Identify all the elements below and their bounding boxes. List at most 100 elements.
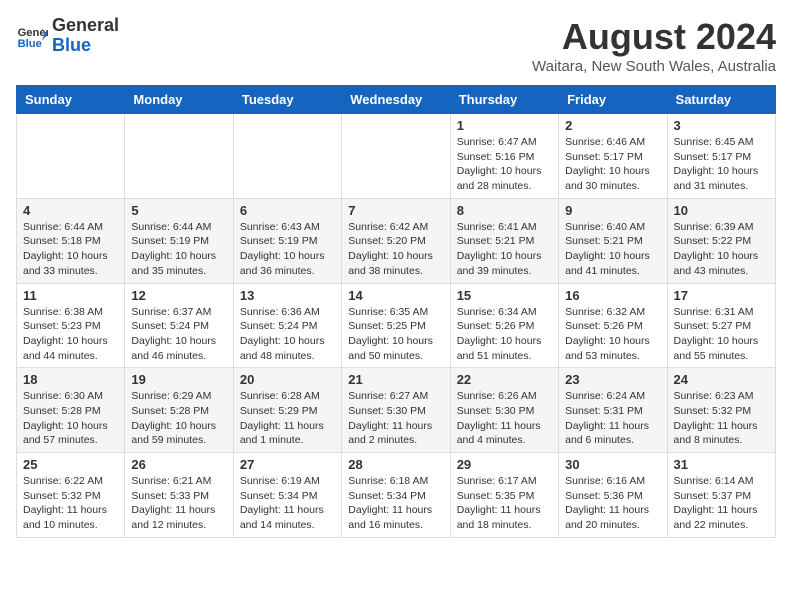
day-info: Sunrise: 6:16 AM Sunset: 5:36 PM Dayligh…: [565, 474, 660, 533]
day-number: 10: [674, 203, 769, 218]
day-info: Sunrise: 6:38 AM Sunset: 5:23 PM Dayligh…: [23, 305, 118, 364]
calendar-cell: [17, 114, 125, 199]
calendar-cell: 3 Sunrise: 6:45 AM Sunset: 5:17 PM Daylig…: [667, 114, 775, 199]
day-info: Sunrise: 6:37 AM Sunset: 5:24 PM Dayligh…: [131, 305, 226, 364]
calendar-cell: 31Sunrise: 6:14 AM Sunset: 5:37 PM Dayli…: [667, 453, 775, 538]
day-number: 4: [23, 203, 118, 218]
day-number: 3: [674, 118, 769, 133]
day-number: 14: [348, 288, 443, 303]
day-number: 24: [674, 372, 769, 387]
day-number: 23: [565, 372, 660, 387]
day-info: Sunrise: 6:17 AM Sunset: 5:35 PM Dayligh…: [457, 474, 552, 533]
day-info: Sunrise: 6:23 AM Sunset: 5:32 PM Dayligh…: [674, 389, 769, 448]
day-number: 18: [23, 372, 118, 387]
title-section: August 2024 Waitara, New South Wales, Au…: [532, 16, 776, 75]
day-info: Sunrise: 6:39 AM Sunset: 5:22 PM Dayligh…: [674, 220, 769, 279]
day-info: Sunrise: 6:27 AM Sunset: 5:30 PM Dayligh…: [348, 389, 443, 448]
weekday-header-saturday: Saturday: [667, 86, 775, 114]
calendar-cell: [125, 114, 233, 199]
calendar-cell: 13 Sunrise: 6:36 AM Sunset: 5:24 PM Dayli…: [233, 283, 341, 368]
day-number: 22: [457, 372, 552, 387]
day-number: 15: [457, 288, 552, 303]
calendar-week-row: 4 Sunrise: 6:44 AM Sunset: 5:18 PM Daylig…: [17, 198, 776, 283]
calendar-cell: 25 Sunrise: 6:22 AM Sunset: 5:32 PM Dayli…: [17, 453, 125, 538]
day-info: Sunrise: 6:43 AM Sunset: 5:19 PM Dayligh…: [240, 220, 335, 279]
day-number: 27: [240, 457, 335, 472]
day-info: Sunrise: 6:22 AM Sunset: 5:32 PM Dayligh…: [23, 474, 118, 533]
day-info: Sunrise: 6:44 AM Sunset: 5:18 PM Dayligh…: [23, 220, 118, 279]
calendar-cell: 28 Sunrise: 6:18 AM Sunset: 5:34 PM Dayli…: [342, 453, 450, 538]
day-number: 8: [457, 203, 552, 218]
logo-text: General Blue: [52, 16, 119, 56]
day-info: Sunrise: 6:44 AM Sunset: 5:19 PM Dayligh…: [131, 220, 226, 279]
calendar-cell: 4 Sunrise: 6:44 AM Sunset: 5:18 PM Daylig…: [17, 198, 125, 283]
day-info: Sunrise: 6:35 AM Sunset: 5:25 PM Dayligh…: [348, 305, 443, 364]
calendar-cell: 5 Sunrise: 6:44 AM Sunset: 5:19 PM Daylig…: [125, 198, 233, 283]
logo-general: General: [52, 15, 119, 35]
calendar-cell: 23 Sunrise: 6:24 AM Sunset: 5:31 PM Dayli…: [559, 368, 667, 453]
day-info: Sunrise: 6:24 AM Sunset: 5:31 PM Dayligh…: [565, 389, 660, 448]
weekday-header-sunday: Sunday: [17, 86, 125, 114]
calendar-week-row: 11 Sunrise: 6:38 AM Sunset: 5:23 PM Dayli…: [17, 283, 776, 368]
calendar-cell: 11 Sunrise: 6:38 AM Sunset: 5:23 PM Dayli…: [17, 283, 125, 368]
day-number: 28: [348, 457, 443, 472]
day-number: 1: [457, 118, 552, 133]
calendar-cell: 26 Sunrise: 6:21 AM Sunset: 5:33 PM Dayli…: [125, 453, 233, 538]
day-number: 13: [240, 288, 335, 303]
day-number: 19: [131, 372, 226, 387]
page-header: General Blue General Blue August 2024 Wa…: [16, 16, 776, 75]
calendar-cell: 15 Sunrise: 6:34 AM Sunset: 5:26 PM Dayli…: [450, 283, 558, 368]
day-number: 17: [674, 288, 769, 303]
calendar-week-row: 1Sunrise: 6:47 AM Sunset: 5:16 PM Daylig…: [17, 114, 776, 199]
day-number: 29: [457, 457, 552, 472]
day-number: 31: [674, 457, 769, 472]
day-number: 5: [131, 203, 226, 218]
day-number: 2: [565, 118, 660, 133]
weekday-header-friday: Friday: [559, 86, 667, 114]
day-number: 26: [131, 457, 226, 472]
day-info: Sunrise: 6:41 AM Sunset: 5:21 PM Dayligh…: [457, 220, 552, 279]
day-number: 11: [23, 288, 118, 303]
day-info: Sunrise: 6:21 AM Sunset: 5:33 PM Dayligh…: [131, 474, 226, 533]
day-number: 25: [23, 457, 118, 472]
location-subtitle: Waitara, New South Wales, Australia: [532, 58, 776, 75]
calendar-table: SundayMondayTuesdayWednesdayThursdayFrid…: [16, 85, 776, 538]
calendar-cell: [233, 114, 341, 199]
day-info: Sunrise: 6:46 AM Sunset: 5:17 PM Dayligh…: [565, 135, 660, 194]
calendar-week-row: 25 Sunrise: 6:22 AM Sunset: 5:32 PM Dayli…: [17, 453, 776, 538]
day-number: 16: [565, 288, 660, 303]
calendar-cell: 12 Sunrise: 6:37 AM Sunset: 5:24 PM Dayli…: [125, 283, 233, 368]
day-info: Sunrise: 6:42 AM Sunset: 5:20 PM Dayligh…: [348, 220, 443, 279]
day-info: Sunrise: 6:30 AM Sunset: 5:28 PM Dayligh…: [23, 389, 118, 448]
calendar-cell: 18 Sunrise: 6:30 AM Sunset: 5:28 PM Dayli…: [17, 368, 125, 453]
day-info: Sunrise: 6:31 AM Sunset: 5:27 PM Dayligh…: [674, 305, 769, 364]
calendar-cell: 6Sunrise: 6:43 AM Sunset: 5:19 PM Daylig…: [233, 198, 341, 283]
calendar-cell: 16Sunrise: 6:32 AM Sunset: 5:26 PM Dayli…: [559, 283, 667, 368]
day-number: 20: [240, 372, 335, 387]
day-number: 21: [348, 372, 443, 387]
day-info: Sunrise: 6:36 AM Sunset: 5:24 PM Dayligh…: [240, 305, 335, 364]
day-info: Sunrise: 6:18 AM Sunset: 5:34 PM Dayligh…: [348, 474, 443, 533]
weekday-header-row: SundayMondayTuesdayWednesdayThursdayFrid…: [17, 86, 776, 114]
day-number: 7: [348, 203, 443, 218]
calendar-cell: 27 Sunrise: 6:19 AM Sunset: 5:34 PM Dayli…: [233, 453, 341, 538]
calendar-cell: 17 Sunrise: 6:31 AM Sunset: 5:27 PM Dayli…: [667, 283, 775, 368]
calendar-cell: 8 Sunrise: 6:41 AM Sunset: 5:21 PM Daylig…: [450, 198, 558, 283]
weekday-header-wednesday: Wednesday: [342, 86, 450, 114]
calendar-cell: 22Sunrise: 6:26 AM Sunset: 5:30 PM Dayli…: [450, 368, 558, 453]
calendar-cell: 21 Sunrise: 6:27 AM Sunset: 5:30 PM Dayli…: [342, 368, 450, 453]
calendar-cell: 7 Sunrise: 6:42 AM Sunset: 5:20 PM Daylig…: [342, 198, 450, 283]
month-year-title: August 2024: [532, 16, 776, 58]
calendar-cell: 29 Sunrise: 6:17 AM Sunset: 5:35 PM Dayli…: [450, 453, 558, 538]
day-info: Sunrise: 6:19 AM Sunset: 5:34 PM Dayligh…: [240, 474, 335, 533]
day-info: Sunrise: 6:45 AM Sunset: 5:17 PM Dayligh…: [674, 135, 769, 194]
calendar-cell: 24 Sunrise: 6:23 AM Sunset: 5:32 PM Dayli…: [667, 368, 775, 453]
calendar-week-row: 18 Sunrise: 6:30 AM Sunset: 5:28 PM Dayli…: [17, 368, 776, 453]
day-info: Sunrise: 6:34 AM Sunset: 5:26 PM Dayligh…: [457, 305, 552, 364]
day-number: 12: [131, 288, 226, 303]
day-info: Sunrise: 6:40 AM Sunset: 5:21 PM Dayligh…: [565, 220, 660, 279]
calendar-cell: 19Sunrise: 6:29 AM Sunset: 5:28 PM Dayli…: [125, 368, 233, 453]
calendar-cell: 30Sunrise: 6:16 AM Sunset: 5:36 PM Dayli…: [559, 453, 667, 538]
calendar-cell: 10 Sunrise: 6:39 AM Sunset: 5:22 PM Dayli…: [667, 198, 775, 283]
calendar-cell: 20Sunrise: 6:28 AM Sunset: 5:29 PM Dayli…: [233, 368, 341, 453]
